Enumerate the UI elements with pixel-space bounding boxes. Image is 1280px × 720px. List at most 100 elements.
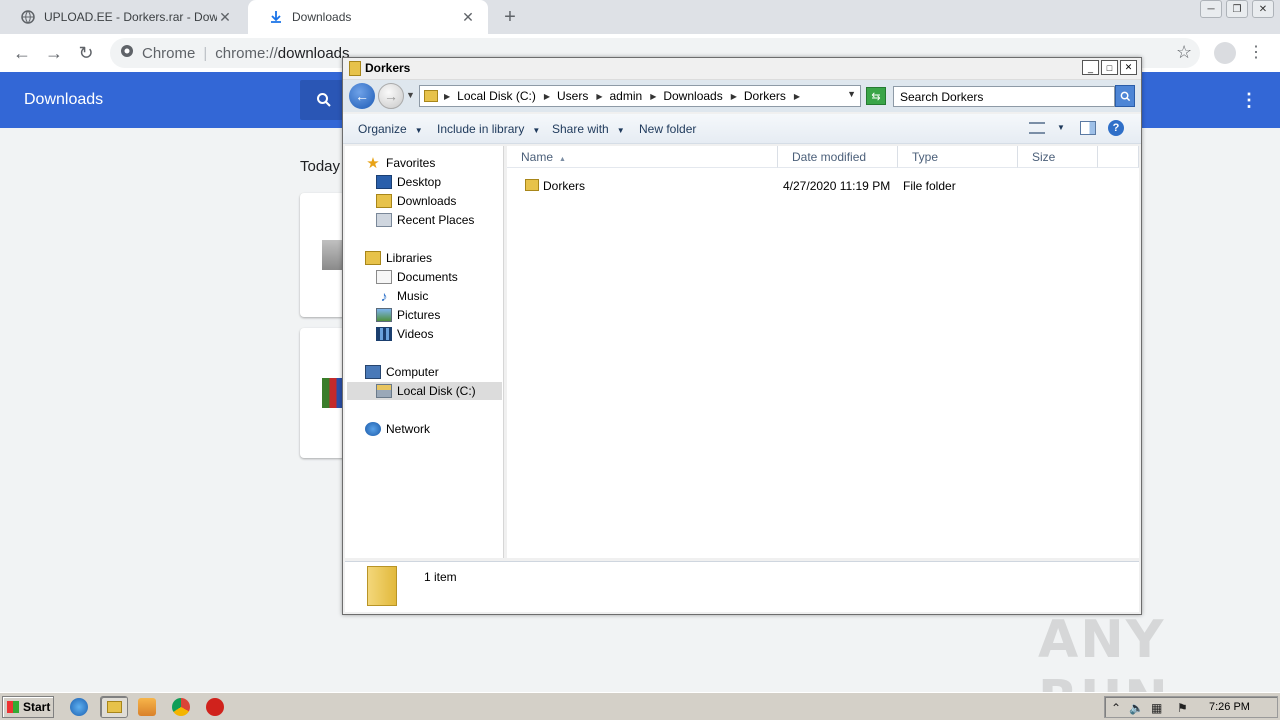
url-scheme: chrome:// — [215, 44, 278, 62]
nav-item-desktop[interactable]: Desktop — [376, 173, 441, 191]
nav-item-pictures[interactable]: Pictures — [376, 306, 440, 324]
nav-label: Videos — [397, 327, 434, 341]
nav-item-local-disk[interactable]: Local Disk (C:) — [347, 382, 502, 400]
nav-item-downloads[interactable]: Downloads — [376, 192, 456, 210]
stop-icon[interactable] — [206, 698, 224, 716]
forward-arrow-icon[interactable]: → — [378, 83, 404, 109]
nav-item-documents[interactable]: Documents — [376, 268, 458, 286]
close-icon[interactable]: ✕ — [1252, 0, 1274, 18]
chevron-down-icon[interactable]: ▼ — [1057, 123, 1065, 132]
breadcrumb[interactable]: ▶ Downloads — [650, 89, 723, 103]
tab-title: UPLOAD.EE - Dorkers.rar - Download — [44, 10, 217, 24]
maximize-icon[interactable]: □ — [1101, 60, 1118, 75]
tab-title: Downloads — [292, 10, 352, 24]
chevron-down-icon: ▼ — [532, 126, 541, 135]
date-section-label: Today — [300, 158, 341, 175]
help-icon[interactable]: ? — [1108, 120, 1124, 136]
restore-icon[interactable]: ❐ — [1226, 0, 1248, 18]
breadcrumb[interactable]: ▶ admin — [596, 89, 642, 103]
download-icon — [268, 9, 284, 25]
system-tray: ⌃ 🔈 ▦ ⚑ 7:26 PM — [1104, 696, 1278, 718]
documents-icon — [376, 270, 392, 284]
chevron-right-icon: ▶ — [596, 91, 603, 101]
nav-item-network[interactable]: Network — [365, 420, 430, 438]
share-with-menu[interactable]: Share with ▼ — [552, 122, 625, 136]
breadcrumb[interactable]: ▶ Local Disk (C:) — [444, 89, 536, 103]
minimize-icon[interactable]: ─ — [1200, 0, 1222, 18]
nav-item-recent-places[interactable]: Recent Places — [376, 211, 474, 229]
winrar-file-icon — [322, 378, 344, 408]
nav-item-videos[interactable]: Videos — [376, 325, 433, 343]
address-bar[interactable]: ▶ Local Disk (C:) ▶ Users ▶ admin ▶ Download… — [419, 85, 861, 107]
back-arrow-icon[interactable]: ← — [349, 83, 375, 109]
preview-pane-icon[interactable] — [1080, 121, 1096, 135]
start-button[interactable]: Start — [2, 696, 54, 718]
forward-arrow-icon[interactable]: → — [42, 41, 66, 65]
column-header-type[interactable]: Type — [898, 146, 1018, 168]
close-tab-icon[interactable]: ✕ — [460, 9, 476, 25]
explorer-titlebar[interactable]: Dorkers _ □ ✕ — [343, 58, 1141, 80]
include-in-library-menu[interactable]: Include in library ▼ — [437, 122, 540, 136]
downloads-folder-icon — [376, 194, 392, 208]
show-hidden-icons-icon[interactable]: ⌃ — [1111, 701, 1121, 715]
chrome-icon[interactable] — [172, 698, 190, 716]
network-icon[interactable]: ▦ — [1151, 701, 1162, 715]
film-strip-icon — [376, 327, 392, 341]
refresh-icon[interactable]: ⇆ — [866, 87, 886, 105]
column-header-date-modified[interactable]: Date modified — [778, 146, 898, 168]
organize-label: Organize — [358, 122, 407, 136]
folder-icon — [525, 179, 539, 191]
organize-menu[interactable]: Organize ▼ — [358, 122, 423, 136]
new-tab-button[interactable]: + — [498, 5, 522, 29]
breadcrumb-label: Local Disk (C:) — [457, 89, 536, 103]
nav-label: Recent Places — [397, 213, 475, 227]
profile-avatar-icon[interactable] — [1214, 42, 1236, 64]
back-arrow-icon[interactable]: ← — [10, 41, 34, 65]
breadcrumb-label: Downloads — [663, 89, 723, 103]
chevron-down-icon: ▼ — [616, 126, 625, 135]
nav-item-computer[interactable]: Computer — [365, 363, 439, 381]
reload-icon[interactable]: ↻ — [74, 41, 98, 65]
chrome-logo-icon — [120, 44, 134, 62]
media-player-icon[interactable] — [138, 698, 156, 716]
table-row[interactable]: Dorkers 4/27/2020 11:19 PM File folder — [521, 177, 1121, 195]
column-header-name[interactable]: Name ▲ — [507, 146, 778, 168]
new-folder-button[interactable]: New folder — [639, 122, 696, 136]
tab-downloads[interactable]: Downloads ✕ — [248, 0, 488, 34]
close-tab-icon[interactable]: ✕ — [217, 9, 233, 25]
action-center-flag-icon[interactable]: ⚑ — [1177, 701, 1188, 715]
nav-item-libraries[interactable]: Libraries — [365, 249, 432, 267]
breadcrumb[interactable]: ▶ Users — [544, 89, 589, 103]
clock[interactable]: 7:26 PM — [1209, 701, 1250, 713]
search-icon[interactable] — [300, 80, 348, 120]
internet-explorer-icon[interactable] — [70, 698, 88, 716]
chevron-right-icon: ▶ — [730, 91, 737, 101]
search-icon[interactable] — [1115, 85, 1135, 107]
explorer-navbar: ← → ▼ ▶ Local Disk (C:) ▶ Users ▶ admin ▶ Do… — [343, 80, 1141, 112]
nav-item-music[interactable]: ♪ Music — [376, 287, 429, 305]
chevron-down-icon[interactable]: ▼ — [847, 89, 856, 99]
nav-label: Desktop — [397, 175, 442, 189]
nav-item-favorites[interactable]: ★ Favorites — [365, 154, 435, 172]
minimize-icon[interactable]: _ — [1082, 60, 1099, 75]
more-actions-icon[interactable]: ⋮ — [1240, 90, 1258, 111]
search-input[interactable]: Search Dorkers — [893, 86, 1115, 107]
bookmark-star-icon[interactable]: ☆ — [1176, 42, 1192, 63]
chevron-down-icon[interactable]: ▼ — [406, 90, 415, 100]
volume-icon[interactable]: 🔈 — [1129, 701, 1144, 715]
tab-upload-ee[interactable]: UPLOAD.EE - Dorkers.rar - Download ✕ — [0, 0, 245, 34]
close-icon[interactable]: ✕ — [1120, 60, 1137, 75]
change-view-icon[interactable] — [1029, 122, 1045, 134]
chevron-right-icon: ▶ — [444, 91, 451, 101]
archive-file-icon — [322, 240, 344, 270]
chrome-menu-icon[interactable]: ⋮ — [1248, 42, 1264, 62]
nav-label: Downloads — [397, 194, 457, 208]
chevron-right-icon: ▶ — [543, 91, 550, 101]
explorer-taskbar-button[interactable] — [100, 696, 128, 718]
details-pane: 1 item — [345, 561, 1139, 612]
file-date-modified: 4/27/2020 11:19 PM — [783, 179, 891, 193]
chrome-tab-strip: UPLOAD.EE - Dorkers.rar - Download ✕ Dow… — [0, 0, 1280, 34]
breadcrumb[interactable]: ▶ Dorkers ▶ — [731, 89, 807, 103]
breadcrumb-label: Dorkers — [743, 89, 786, 103]
column-header-size[interactable]: Size — [1018, 146, 1098, 168]
